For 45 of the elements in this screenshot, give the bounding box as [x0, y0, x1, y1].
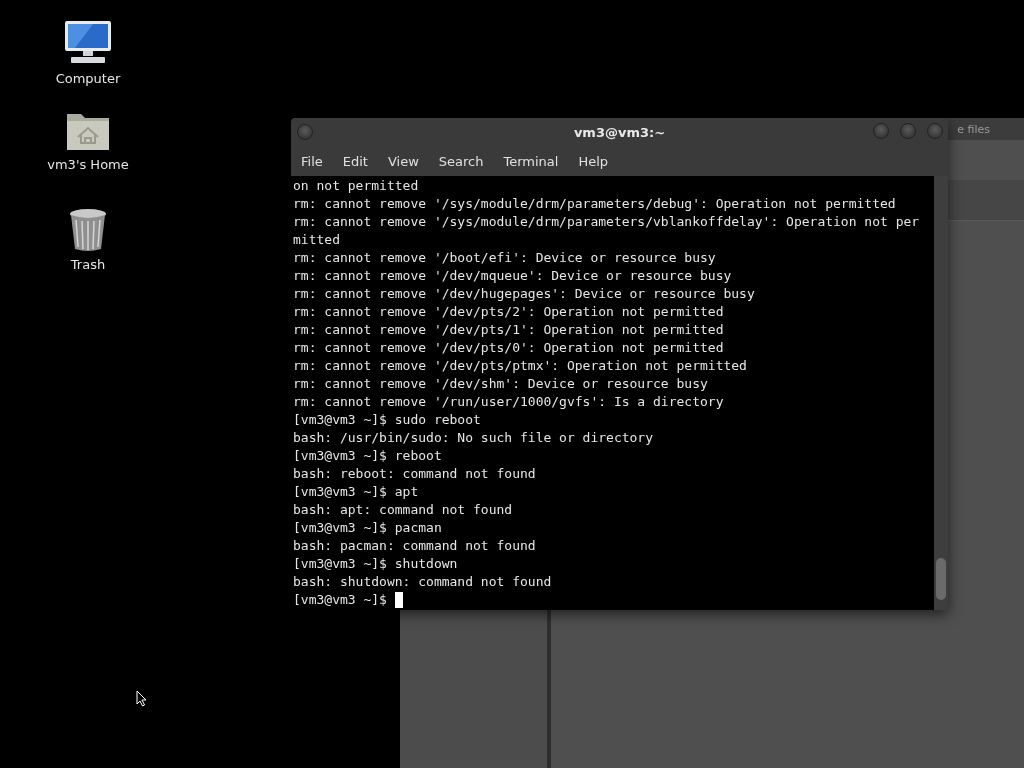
terminal-line: bash: /usr/bin/sudo: No such file or directory — [293, 429, 655, 447]
icon-label[interactable]: Computer — [55, 71, 121, 86]
maximize-button[interactable] — [900, 123, 916, 139]
terminal-line: [vm3@vm3 ~]$ reboot — [293, 447, 443, 465]
close-button[interactable] — [927, 123, 943, 139]
terminal-line: [vm3@vm3 ~]$ sudo reboot — [293, 411, 482, 429]
terminal-line: rm: cannot remove '/run/user/1000/gvfs': Is a directory — [293, 393, 725, 411]
terminal-line: rm: cannot remove '/sys/module/drm/parameters/vblankoffdelay': Operation not per — [293, 213, 921, 231]
icon-label[interactable]: vm3's Home — [47, 157, 129, 172]
menu-item[interactable]: Edit — [342, 154, 378, 169]
terminal-line: rm: cannot remove '/sys/module/drm/parameters/debug': Operation not permitted — [293, 195, 897, 213]
scrollbar-thumb[interactable] — [936, 558, 946, 600]
menu-item[interactable]: File — [301, 154, 333, 169]
terminal-line: bash: pacman: command not found — [293, 537, 537, 555]
window-button[interactable] — [297, 124, 313, 140]
terminal-line: bash: reboot: command not found — [293, 465, 537, 483]
scrollbar[interactable] — [934, 176, 948, 610]
mouse-pointer-icon — [136, 690, 147, 707]
trash-icon[interactable] — [68, 208, 108, 252]
terminal-line: bash: shutdown: command not found — [293, 573, 553, 591]
window-title: e files — [957, 122, 990, 136]
terminal-line: rm: cannot remove '/dev/pts/1': Operation not permitted — [293, 321, 725, 339]
terminal-line: mitted — [293, 231, 341, 249]
menu-item[interactable]: Terminal — [503, 154, 569, 169]
menu-item[interactable]: Help — [578, 154, 619, 169]
terminal-line: [vm3@vm3 ~]$ shutdown — [293, 555, 459, 573]
terminal-line: on not permitted — [293, 177, 420, 195]
terminal-line: rm: cannot remove '/dev/pts/0': Operation not permitted — [293, 339, 725, 357]
terminal-line: rm: cannot remove '/dev/hugepages': Device or resource busy — [293, 285, 756, 303]
terminal-line: [vm3@vm3 ~]$ apt — [293, 483, 420, 501]
text-cursor — [394, 592, 403, 608]
terminal-line: rm: cannot remove '/boot/efi': Device or resource busy — [293, 249, 717, 267]
terminal-prompt: [vm3@vm3 ~]$ — [293, 591, 387, 609]
minimize-button[interactable] — [873, 123, 889, 139]
computer-icon[interactable] — [63, 20, 113, 66]
terminal-line: rm: cannot remove '/dev/pts/ptmx': Operation not permitted — [293, 357, 748, 375]
terminal-line: bash: apt: command not found — [293, 501, 514, 519]
terminal-line: rm: cannot remove '/dev/mqueue': Device or resource busy — [293, 267, 733, 285]
menu-item[interactable]: View — [387, 154, 429, 169]
menu-item[interactable]: Search — [438, 154, 494, 169]
icon-label[interactable]: Trash — [70, 257, 106, 272]
terminal-line: rm: cannot remove '/dev/shm': Device or resource busy — [293, 375, 709, 393]
terminal-line: rm: cannot remove '/dev/pts/2': Operation not permitted — [293, 303, 725, 321]
terminal-line: [vm3@vm3 ~]$ pacman — [293, 519, 443, 537]
window-title: vm3@vm3:~ — [573, 125, 666, 140]
